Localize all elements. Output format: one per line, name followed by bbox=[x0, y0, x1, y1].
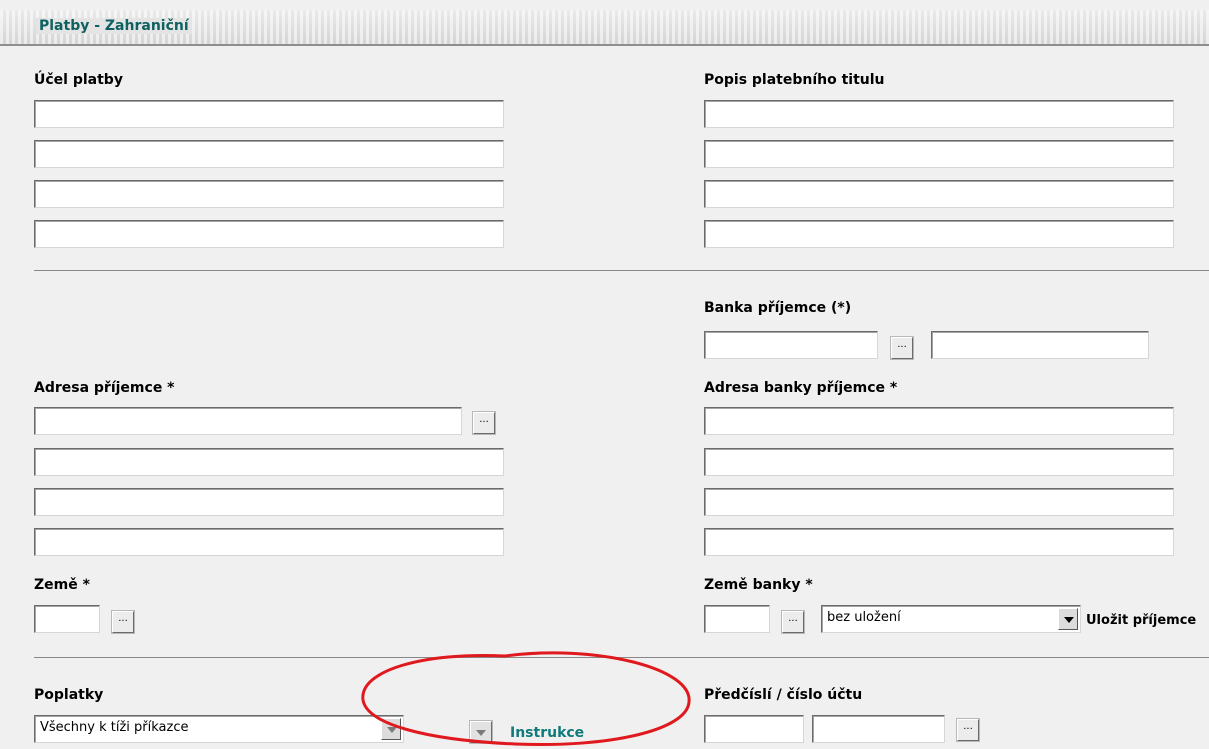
account-number-input[interactable] bbox=[812, 715, 945, 743]
country-label: Země * bbox=[34, 577, 90, 593]
recipient-address-lookup-button[interactable]: ... bbox=[473, 412, 495, 434]
purpose-input-2[interactable] bbox=[34, 140, 504, 168]
bank-country-label: Země banky * bbox=[704, 577, 813, 593]
divider bbox=[34, 657, 1209, 658]
account-number-label: Předčíslí / číslo účtu bbox=[704, 687, 863, 703]
country-lookup-button[interactable]: ... bbox=[112, 611, 134, 633]
recipient-address-input-1[interactable] bbox=[34, 407, 462, 435]
purpose-label: Účel platby bbox=[34, 72, 123, 88]
title-description-input-2[interactable] bbox=[704, 140, 1174, 168]
save-recipient-label: Uložit příjemce bbox=[1086, 613, 1197, 628]
recipient-address-label: Adresa příjemce * bbox=[34, 380, 175, 396]
title-description-input-4[interactable] bbox=[704, 220, 1174, 248]
fees-select[interactable]: Všechny k tíži příkazce bbox=[34, 715, 404, 743]
recipient-bank-address-input-3[interactable] bbox=[704, 488, 1174, 516]
country-input[interactable] bbox=[34, 605, 100, 633]
recipient-bank-label: Banka příjemce (*) bbox=[704, 300, 852, 316]
recipient-bank-address-label: Adresa banky příjemce * bbox=[704, 380, 898, 396]
recipient-address-input-2[interactable] bbox=[34, 448, 504, 476]
title-description-input-3[interactable] bbox=[704, 180, 1174, 208]
instructions-link[interactable]: Instrukce bbox=[510, 725, 584, 741]
section-title: Platby - Zahraniční bbox=[36, 18, 192, 34]
purpose-input-3[interactable] bbox=[34, 180, 504, 208]
recipient-bank-address-input-4[interactable] bbox=[704, 528, 1174, 556]
save-recipient-select[interactable]: bez uložení bbox=[821, 605, 1081, 633]
recipient-address-input-3[interactable] bbox=[34, 488, 504, 516]
chevron-down-icon bbox=[1058, 608, 1078, 630]
fees-select-value: Všechny k tíži příkazce bbox=[40, 720, 189, 735]
save-recipient-select-value: bez uložení bbox=[827, 610, 901, 625]
instructions-dropdown-button[interactable] bbox=[470, 721, 492, 743]
fees-label: Poplatky bbox=[34, 687, 104, 703]
recipient-bank-address-input-2[interactable] bbox=[704, 448, 1174, 476]
bank-country-input[interactable] bbox=[704, 605, 770, 633]
recipient-bank-lookup-button[interactable]: ... bbox=[891, 337, 913, 359]
purpose-input-1[interactable] bbox=[34, 100, 504, 128]
chevron-down-icon bbox=[381, 718, 401, 740]
account-prefix-input[interactable] bbox=[704, 715, 804, 743]
recipient-address-input-4[interactable] bbox=[34, 528, 504, 556]
bank-country-lookup-button[interactable]: ... bbox=[782, 611, 804, 633]
divider bbox=[34, 270, 1209, 271]
title-description-label: Popis platebního titulu bbox=[704, 72, 885, 88]
recipient-bank-address-input-1[interactable] bbox=[704, 407, 1174, 435]
recipient-bank-name-input[interactable] bbox=[931, 331, 1149, 359]
purpose-input-4[interactable] bbox=[34, 220, 504, 248]
section-header: Platby - Zahraniční bbox=[0, 10, 1209, 46]
recipient-bank-code-input[interactable] bbox=[704, 331, 878, 359]
title-description-input-1[interactable] bbox=[704, 100, 1174, 128]
account-lookup-button[interactable]: ... bbox=[957, 719, 979, 741]
